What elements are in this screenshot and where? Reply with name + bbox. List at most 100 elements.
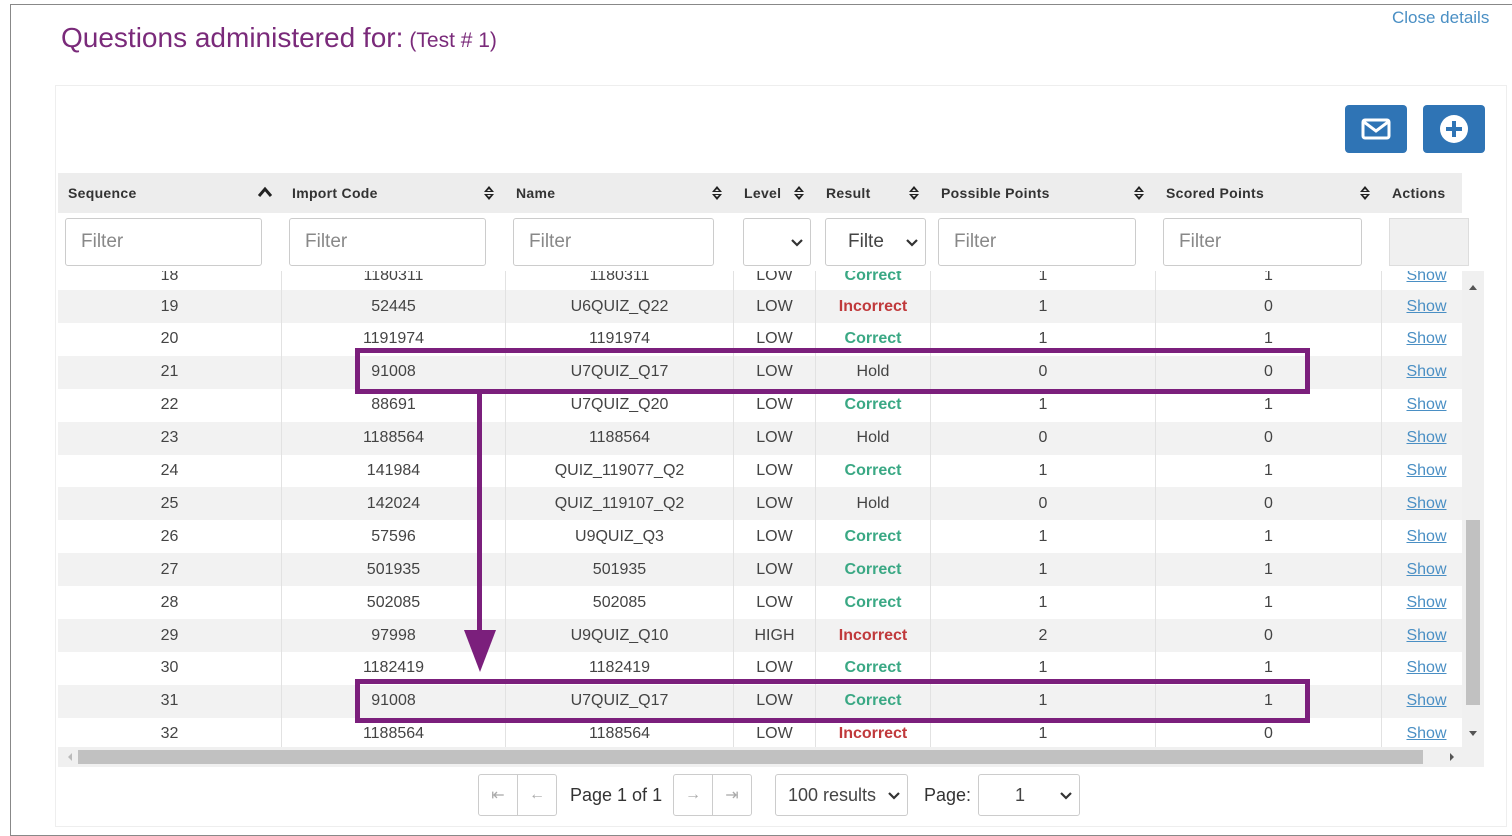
show-link[interactable]: Show <box>1406 659 1446 677</box>
sort-icon[interactable] <box>1132 185 1146 201</box>
column-header-sequence[interactable]: Sequence <box>58 173 282 213</box>
scroll-left-icon[interactable] <box>60 747 80 767</box>
show-link[interactable]: Show <box>1406 725 1446 743</box>
show-link[interactable]: Show <box>1406 330 1446 348</box>
column-header-import-code[interactable]: Import Code <box>282 173 506 213</box>
show-link[interactable]: Show <box>1406 692 1446 710</box>
column-header-level[interactable]: Level <box>734 173 816 213</box>
page-indicator: Page 1 of 1 <box>570 784 663 805</box>
cell-import-code: 1182419 <box>362 659 425 677</box>
filter-input-scored-points[interactable]: Filter <box>1163 218 1362 266</box>
filter-select-value: Filte <box>848 231 884 252</box>
table-cell: HIGH <box>734 619 816 652</box>
show-link[interactable]: Show <box>1406 396 1446 414</box>
filter-input-name[interactable]: Filter <box>513 218 714 266</box>
cell-scored: 1 <box>1264 330 1273 348</box>
result-value: Correct <box>844 659 902 677</box>
show-link[interactable]: Show <box>1406 298 1446 316</box>
filter-select-level[interactable] <box>743 218 811 266</box>
results-per-page-select[interactable]: 100 results <box>775 774 908 816</box>
column-header-possible-points[interactable]: Possible Points <box>931 173 1156 213</box>
close-details-link[interactable]: Close details <box>1392 8 1489 28</box>
chevron-down-icon <box>791 239 803 247</box>
table-cell: Show <box>1382 389 1462 422</box>
cell-level: LOW <box>756 462 793 479</box>
table-cell: 1 <box>1156 684 1382 718</box>
table-cell: 28 <box>58 586 282 620</box>
table-cell: Show <box>1382 271 1462 292</box>
table-cell: 91008 <box>282 684 506 718</box>
sort-icon[interactable] <box>907 185 921 201</box>
show-link[interactable]: Show <box>1406 594 1446 612</box>
sort-icon[interactable] <box>710 185 724 201</box>
cell-name: 1188564 <box>588 725 651 743</box>
sort-ascending-icon[interactable] <box>258 185 272 201</box>
result-value: Hold <box>856 429 890 447</box>
cell-name: 1191974 <box>588 330 651 348</box>
cell-scored: 0 <box>1264 494 1273 512</box>
cell-scored: 1 <box>1264 593 1273 611</box>
cell-possible: 1 <box>1038 692 1048 710</box>
filter-select-result[interactable]: Filte <box>825 218 926 266</box>
show-link[interactable]: Show <box>1406 462 1446 480</box>
cell-sequence: 32 <box>160 725 179 743</box>
table-cell: LOW <box>734 388 816 422</box>
table-cell: Show <box>1382 487 1462 520</box>
table-cell: Hold <box>816 487 931 521</box>
column-header-name[interactable]: Name <box>506 173 734 213</box>
show-link[interactable]: Show <box>1406 627 1446 645</box>
show-link[interactable]: Show <box>1406 561 1446 579</box>
email-button[interactable] <box>1345 105 1407 153</box>
table-cell: U9QUIZ_Q3 <box>506 520 734 554</box>
scroll-up-icon[interactable] <box>1462 277 1484 297</box>
prev-page-button[interactable]: ← <box>517 774 557 816</box>
cell-name: U9QUIZ_Q10 <box>570 626 669 644</box>
scroll-right-icon[interactable] <box>1442 747 1462 767</box>
table-cell: U9QUIZ_Q10 <box>506 619 734 652</box>
filter-input-possible-points[interactable]: Filter <box>938 218 1136 266</box>
filter-input-sequence[interactable]: Filter <box>65 218 262 266</box>
table-cell: 57596 <box>282 520 506 554</box>
show-link[interactable]: Show <box>1406 429 1446 447</box>
sort-icon[interactable] <box>482 185 496 201</box>
add-button[interactable] <box>1423 105 1485 153</box>
cell-scored: 1 <box>1264 692 1273 710</box>
cell-scored: 1 <box>1264 462 1273 479</box>
table-cell: U6QUIZ_Q22 <box>506 290 734 323</box>
table-row: 31 91008 U7QUIZ_Q17 LOW Correct 1 1 Show <box>58 684 1462 718</box>
first-page-icon: ⇤ <box>491 787 505 804</box>
last-page-button[interactable]: ⇥ <box>712 774 752 816</box>
show-link[interactable]: Show <box>1406 495 1446 513</box>
table-cell: Incorrect <box>816 290 931 323</box>
table-row: 23 1188564 1188564 LOW Hold 0 0 Show <box>58 421 1462 455</box>
cell-name: U9QUIZ_Q3 <box>575 527 664 545</box>
table-cell: 1 <box>931 684 1156 718</box>
last-page-icon: ⇥ <box>725 787 739 804</box>
next-page-button[interactable]: → <box>673 774 713 816</box>
filter-input-import-code[interactable]: Filter <box>289 218 486 266</box>
sort-icon[interactable] <box>792 185 806 201</box>
title-main: Questions administered for: <box>61 22 404 53</box>
sort-icon[interactable] <box>1358 185 1372 201</box>
first-page-button[interactable]: ⇤ <box>478 774 518 816</box>
result-value: Correct <box>844 462 902 479</box>
table-cell: 1 <box>931 271 1156 292</box>
page-number-select[interactable]: 1 <box>978 774 1080 816</box>
cell-name: QUIZ_119077_Q2 <box>554 462 685 479</box>
column-header-scored-points[interactable]: Scored Points <box>1156 173 1382 213</box>
show-link[interactable]: Show <box>1406 363 1446 381</box>
vertical-scroll-thumb[interactable] <box>1466 520 1480 705</box>
show-link[interactable]: Show <box>1406 271 1446 285</box>
scroll-down-icon[interactable] <box>1462 723 1484 743</box>
horizontal-scroll-thumb[interactable] <box>78 750 1423 764</box>
column-header-result[interactable]: Result <box>816 173 931 213</box>
cell-sequence: 31 <box>160 692 179 710</box>
table-cell: Correct <box>816 271 931 292</box>
cell-name: U6QUIZ_Q22 <box>570 297 669 315</box>
cell-sequence: 29 <box>160 626 179 644</box>
cell-scored: 1 <box>1264 659 1273 677</box>
plus-circle-icon <box>1440 115 1468 143</box>
cell-possible: 1 <box>1038 297 1048 315</box>
table-cell: 22 <box>58 388 282 422</box>
show-link[interactable]: Show <box>1406 528 1446 546</box>
